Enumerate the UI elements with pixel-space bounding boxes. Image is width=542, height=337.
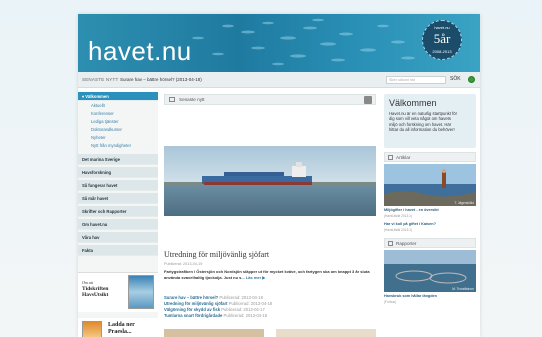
- right-column: Välkommen Havet.nu är en naturlig startp…: [384, 92, 476, 337]
- ad-line: Om att: [82, 280, 93, 285]
- news-ticker-bar: SENASTE NYTT Surare hav – bättre hörsel?…: [78, 72, 480, 88]
- badge-big-text: 5år: [433, 31, 451, 46]
- sidebar-item-valkommen[interactable]: ▾ Välkommen: [78, 92, 158, 101]
- news-ticker-label: SENASTE NYTT: [82, 77, 119, 82]
- sidebar-subitem[interactable]: Konferenser: [78, 110, 158, 118]
- sidebar-subitem[interactable]: Lediga tjänster: [78, 118, 158, 126]
- story-date: Publicerat: 2013-04-19: [164, 262, 203, 266]
- site-banner: havet.nu havet.nu 5år 2008-2013: [78, 14, 480, 72]
- welcome-text: Havet.nu är en naturlig startpunkt för d…: [389, 111, 457, 133]
- sidebar-item[interactable]: Fakta: [78, 245, 158, 256]
- articles-header: Artiklar: [384, 152, 476, 162]
- sidebar-item[interactable]: Våra hav: [78, 232, 158, 243]
- havsutsikt-ad[interactable]: Om att Tidskriften HavsUtsikt: [78, 272, 158, 312]
- search-input[interactable]: Skriv sökord här: [386, 76, 446, 84]
- photo-credit: T. Jägerskiöld: [454, 201, 475, 205]
- section-label: Senaste nytt: [179, 97, 205, 102]
- reports-header: Rapporter: [384, 238, 476, 248]
- welcome-box: Välkommen Havet.nu är en naturlig startp…: [384, 94, 476, 148]
- article-photo[interactable]: T. Jägerskiöld: [384, 164, 476, 206]
- sidebar-subitem[interactable]: Nyheter: [78, 134, 158, 142]
- report-photo[interactable]: M. Trosellstrom: [384, 250, 476, 292]
- article-title[interactable]: Har vi koll på giftet i Kaisen?: [384, 222, 476, 226]
- page: havet.nu havet.nu 5år 2008-2013 SENASTE …: [78, 14, 480, 337]
- latest-news-header: Senaste nytt: [164, 94, 376, 105]
- sidebar-item[interactable]: Om havet.nu: [78, 219, 158, 230]
- report-meta: (Forbus): [384, 300, 397, 304]
- site-logo[interactable]: havet.nu: [88, 36, 192, 67]
- fish-farm-photo: [384, 250, 476, 292]
- sidebar-item[interactable]: Havsforskning: [78, 167, 158, 178]
- article-meta: (HavsUtsikt 2013:1): [384, 228, 412, 232]
- rss-icon[interactable]: [364, 96, 372, 104]
- magazine-cover-image: [128, 275, 154, 309]
- search-go-icon[interactable]: [468, 76, 475, 83]
- story-title[interactable]: Utredning för miljövänlig sjöfart: [164, 250, 269, 259]
- sidebar-subitem[interactable]: Doktorandkurser: [78, 126, 158, 134]
- sidebar-subitem[interactable]: Nytt från myndigheter: [78, 142, 158, 150]
- sidebar-subitem[interactable]: Aktuellt: [78, 102, 158, 110]
- report-title[interactable]: Havsbruk som hållar längden: [384, 294, 476, 298]
- badge-small-text: havet.nu: [434, 25, 450, 30]
- sidebar-item[interactable]: Det marina Sverige: [78, 154, 158, 165]
- main-content: Senaste nytt Utredning för miljövänlig s…: [164, 92, 376, 337]
- news-icon: [169, 97, 175, 102]
- sidebar-nav: ▾ Välkommen Aktuellt Konferenser Lediga …: [78, 92, 158, 337]
- sidebar-item[interactable]: Så fungerar havet: [78, 180, 158, 191]
- news-ticker-headline[interactable]: Surare hav – bättre hörsel? (2013-04-18): [120, 77, 202, 82]
- sidebar-item[interactable]: Så mår havet: [78, 193, 158, 204]
- news-list: Surare hav – bättre hörsel? Publicerad: …: [164, 295, 376, 319]
- photo-credit: M. Trosellstrom: [452, 287, 474, 291]
- ship-photo[interactable]: [164, 146, 376, 216]
- download-ad[interactable]: Ladda ner Praesla...: [78, 318, 158, 337]
- thumbnail-image[interactable]: [276, 329, 376, 337]
- anniversary-badge: havet.nu 5år 2008-2013: [422, 20, 462, 60]
- articles-icon: [388, 155, 393, 160]
- badge-years: 2008-2013: [432, 49, 452, 54]
- thumbnail-image[interactable]: [164, 329, 264, 337]
- search-button[interactable]: SÖK: [450, 76, 461, 82]
- article-title[interactable]: Miljögifter i havet - en översikt: [384, 208, 476, 212]
- reports-icon: [388, 241, 393, 246]
- sidebar-item[interactable]: Skrifter och Rapporter: [78, 206, 158, 217]
- read-more-link[interactable]: Läs mer ▶: [246, 275, 266, 280]
- ad-title: Tidskriften HavsUtsikt: [82, 286, 109, 298]
- list-item[interactable]: Tumlarna snart fördrigårdade Publicerad:…: [164, 313, 376, 319]
- ad2-title: Ladda ner Praesla...: [108, 322, 135, 335]
- article-meta: (HavsUtsikt 2013:1): [384, 214, 412, 218]
- welcome-title: Välkommen: [389, 98, 437, 108]
- booklet-cover-image: [82, 321, 102, 337]
- reports-label: Rapporter: [396, 241, 417, 246]
- thumbnail-row: [164, 329, 376, 337]
- story-lead: Fartygstrafiken i Östersjön och Nordsjön…: [164, 269, 376, 281]
- story-lead-text: Fartygstrafiken i Östersjön och Nordsjön…: [164, 269, 370, 280]
- coast-photo: [384, 164, 476, 206]
- articles-label: Artiklar: [396, 155, 411, 160]
